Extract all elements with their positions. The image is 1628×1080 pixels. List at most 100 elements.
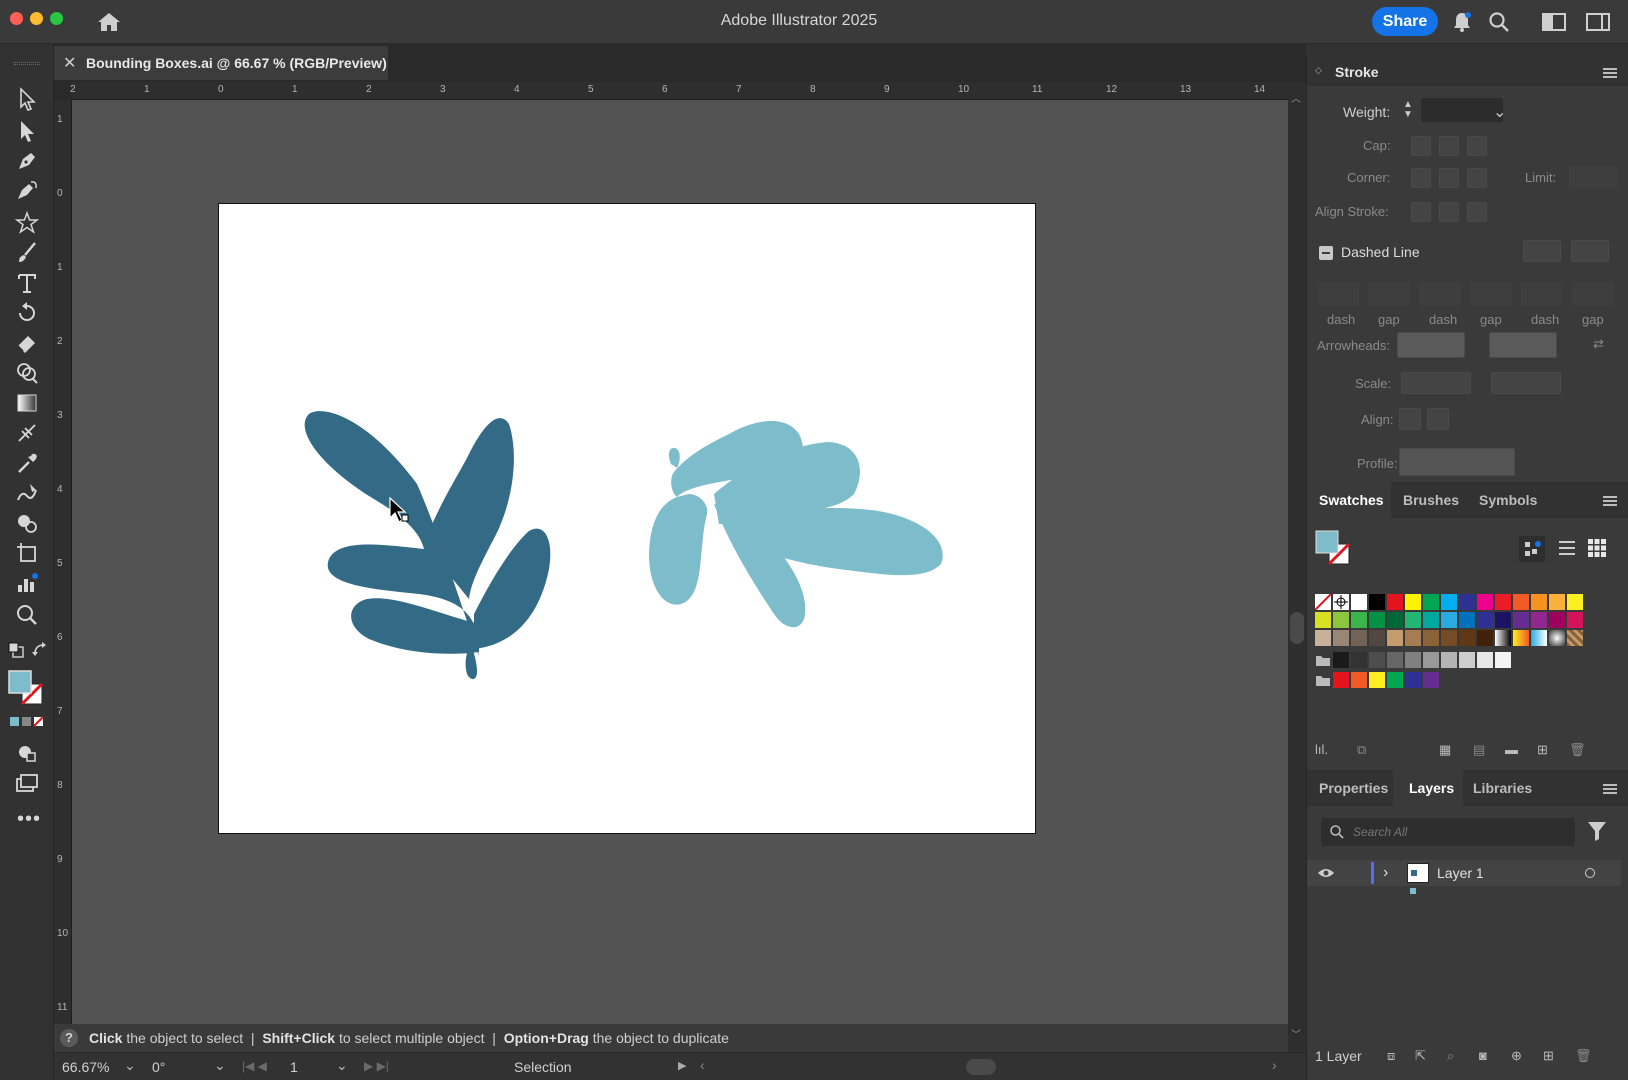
scroll-down-icon[interactable]: ﹀ [1291, 1026, 1301, 1041]
swatch[interactable] [1387, 594, 1403, 610]
rotate-tool-icon[interactable] [14, 300, 40, 326]
locate-object-icon[interactable]: ⌕ [1447, 1048, 1454, 1064]
swatch[interactable] [1315, 672, 1331, 688]
workspace-switcher-icon[interactable] [1542, 13, 1566, 36]
swatch[interactable] [1387, 672, 1403, 688]
end-scale-input[interactable] [1491, 372, 1561, 394]
start-scale-input[interactable] [1401, 372, 1471, 394]
miter-join-button[interactable] [1411, 168, 1431, 188]
layer-name[interactable]: Layer 1 [1437, 865, 1484, 881]
swatch[interactable] [1369, 672, 1385, 688]
zoom-tool-icon[interactable] [14, 602, 40, 628]
clipping-mask-icon[interactable]: ◙ [1479, 1048, 1487, 1063]
share-button[interactable]: Share [1372, 7, 1438, 36]
layers-search-field[interactable] [1321, 818, 1575, 846]
swatch[interactable] [1333, 612, 1349, 628]
swatch[interactable] [1459, 630, 1475, 646]
bevel-join-button[interactable] [1467, 168, 1487, 188]
swatch[interactable] [1567, 630, 1583, 646]
delete-layer-icon[interactable]: 🗑 [1575, 1048, 1592, 1064]
help-icon[interactable]: ? [60, 1029, 78, 1047]
eraser-tool-icon[interactable] [14, 330, 40, 356]
swatch[interactable] [1351, 594, 1367, 610]
swatch[interactable] [1477, 594, 1493, 610]
swatch[interactable] [1423, 594, 1439, 610]
tab-layers[interactable]: Layers [1409, 780, 1454, 796]
swatch[interactable] [1549, 630, 1565, 646]
swatch[interactable] [1495, 652, 1511, 668]
butt-cap-button[interactable] [1411, 136, 1431, 156]
swatch[interactable] [1333, 630, 1349, 646]
chart-tool-icon[interactable] [14, 570, 40, 596]
scroll-up-icon[interactable]: ︿ [1291, 90, 1301, 105]
rotation-dropdown-icon[interactable]: ⌄ [214, 1057, 226, 1074]
dash-gap-input[interactable] [1521, 282, 1563, 306]
export-icon[interactable]: ⇱ [1415, 1048, 1426, 1064]
visibility-eye-icon[interactable] [1317, 867, 1335, 879]
new-swatch-icon[interactable]: ⊞ [1537, 742, 1548, 758]
curvature-tool-icon[interactable] [14, 178, 40, 204]
direct-selection-tool-icon[interactable] [14, 118, 40, 144]
swatch[interactable] [1531, 612, 1547, 628]
toolbar-grip[interactable] [14, 62, 40, 65]
eyedropper-tool-icon[interactable] [14, 450, 40, 476]
swatch[interactable] [1567, 612, 1583, 628]
more-tools-icon[interactable]: ••• [17, 808, 41, 831]
layer-target-icon[interactable] [1585, 868, 1595, 878]
show-swatch-kinds-icon[interactable] [1519, 536, 1545, 562]
dash-gap-input[interactable] [1419, 282, 1461, 306]
swatch[interactable] [1351, 672, 1367, 688]
swatches-menu-icon[interactable] [1603, 496, 1617, 506]
swatch-fill-stroke-indicator[interactable] [1315, 530, 1355, 575]
swatch[interactable] [1567, 594, 1583, 610]
place-swatches-icon[interactable]: ⧉ [1357, 742, 1366, 758]
swap-colors-icon[interactable] [32, 642, 48, 658]
swatch[interactable] [1513, 630, 1529, 646]
align-center-button[interactable] [1411, 202, 1431, 222]
swatch-options-icon[interactable]: ▤ [1473, 742, 1485, 758]
swatch[interactable] [1315, 652, 1331, 668]
pen-tool-icon[interactable] [14, 148, 40, 174]
swatch[interactable] [1549, 612, 1565, 628]
collapse-arrow-icon[interactable]: ◇ [1315, 65, 1322, 76]
weight-input[interactable] [1421, 98, 1503, 122]
round-join-button[interactable] [1439, 168, 1459, 188]
shape-builder-tool-icon[interactable] [14, 360, 40, 386]
align-inside-button[interactable] [1439, 202, 1459, 222]
swatch[interactable] [1405, 612, 1421, 628]
start-arrowhead-select[interactable] [1397, 332, 1465, 358]
swatch[interactable] [1333, 672, 1349, 688]
profile-select[interactable] [1399, 448, 1515, 476]
swatch[interactable] [1314, 593, 1332, 611]
swatch[interactable] [1477, 630, 1493, 646]
vertical-scroll-thumb[interactable] [1290, 612, 1304, 644]
swatch[interactable] [1351, 630, 1367, 646]
swap-arrowheads-icon[interactable]: ⇄ [1593, 336, 1604, 352]
swatch[interactable] [1369, 594, 1385, 610]
artboard-tool-icon[interactable] [14, 540, 40, 566]
artboard[interactable] [218, 203, 1036, 834]
color-mode-icons[interactable] [10, 715, 44, 733]
arrow-tip-extend-button[interactable] [1399, 408, 1421, 430]
scroll-right-icon[interactable]: › [1272, 1057, 1277, 1073]
show-kinds-menu-icon[interactable]: ▦ [1439, 742, 1451, 758]
panel-toggle-icon[interactable] [1586, 13, 1610, 36]
tab-properties[interactable]: Properties [1319, 780, 1388, 796]
zoom-level[interactable]: 66.67% [62, 1059, 109, 1075]
delete-swatch-icon[interactable]: 🗑 [1569, 742, 1586, 758]
align-outside-button[interactable] [1467, 202, 1487, 222]
new-layer-icon[interactable]: ⊞ [1543, 1048, 1554, 1064]
type-tool-icon[interactable] [14, 270, 40, 296]
swatch[interactable] [1405, 594, 1421, 610]
swatch[interactable] [1531, 630, 1547, 646]
swatch[interactable] [1405, 652, 1421, 668]
filter-icon[interactable] [1587, 820, 1607, 847]
dash-gap-input[interactable] [1317, 282, 1359, 306]
swatch[interactable] [1495, 630, 1511, 646]
swatch[interactable] [1513, 594, 1529, 610]
swatch[interactable] [1477, 652, 1493, 668]
document-tab[interactable]: ✕ Bounding Boxes.ai @ 66.67 % (RGB/Previ… [54, 46, 388, 80]
swatch[interactable] [1387, 612, 1403, 628]
horizontal-scroll-thumb[interactable] [966, 1059, 996, 1075]
swatch[interactable] [1423, 612, 1439, 628]
